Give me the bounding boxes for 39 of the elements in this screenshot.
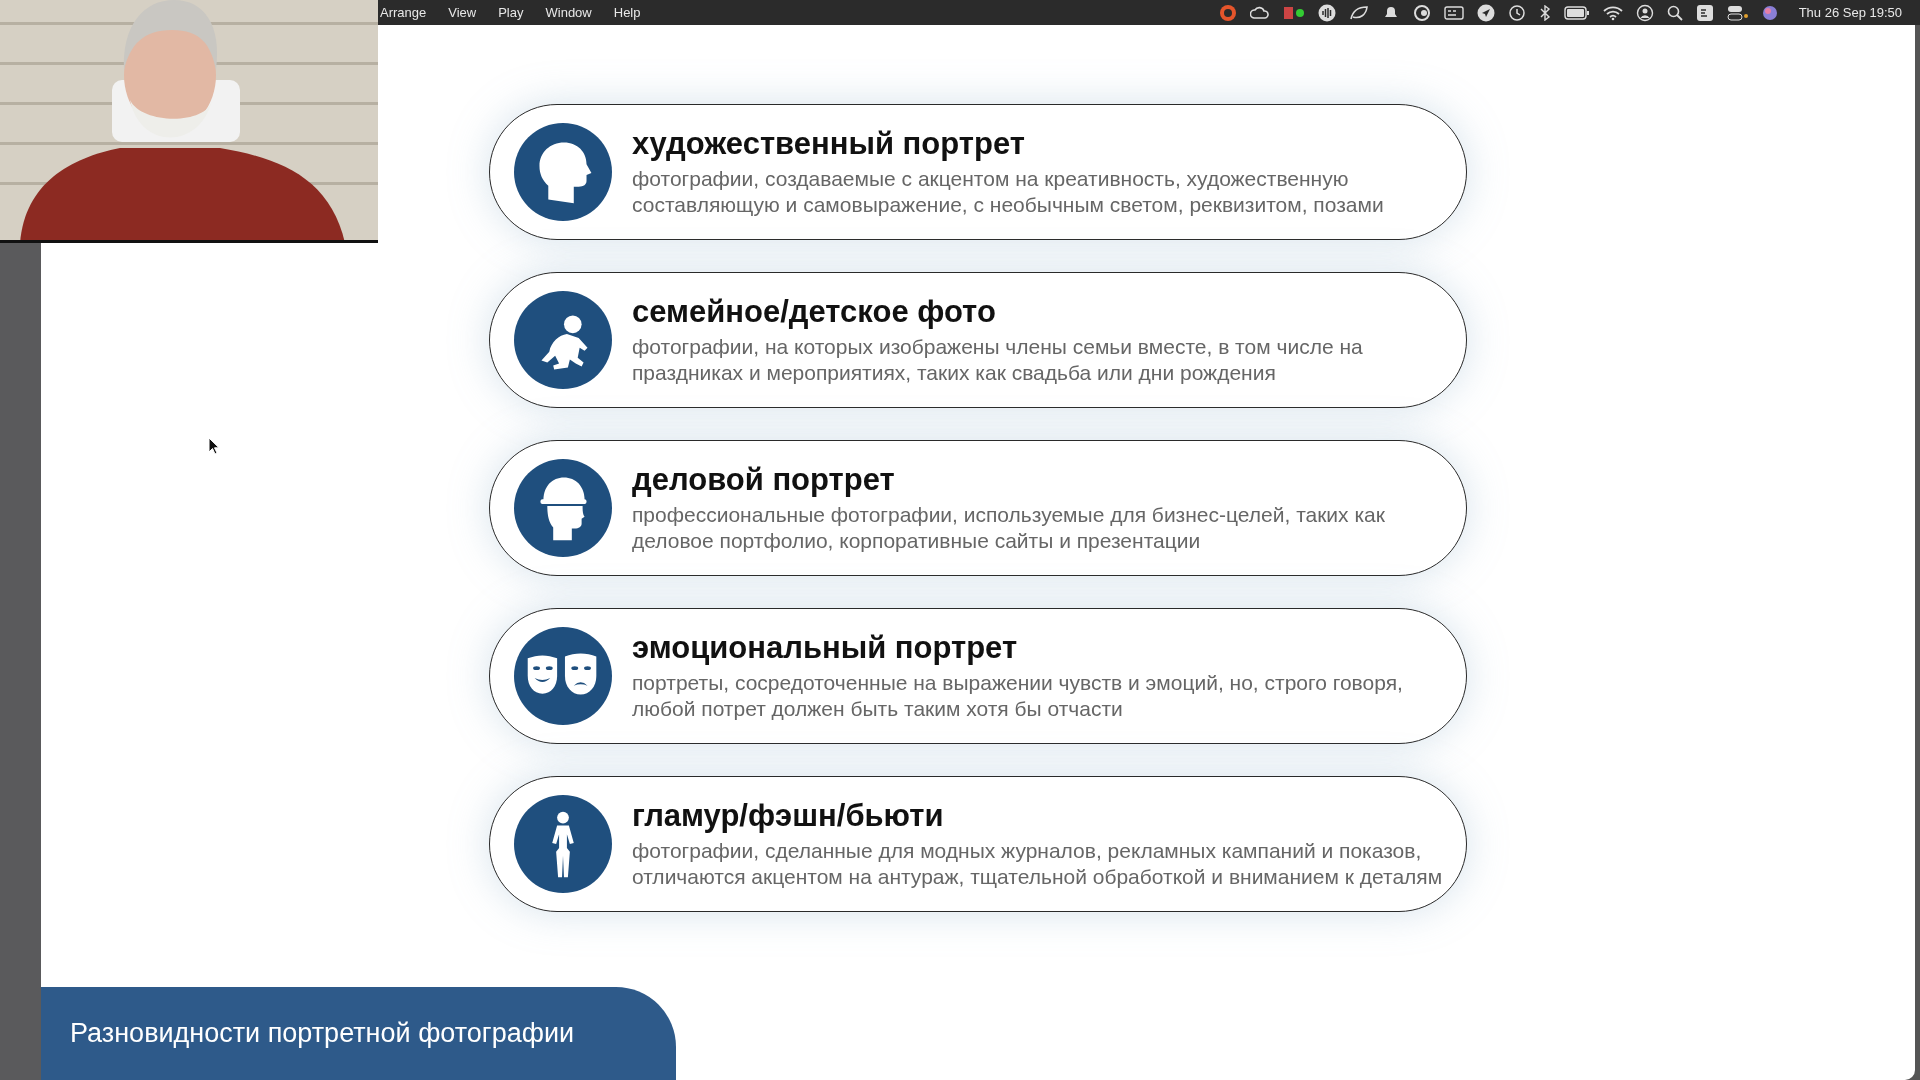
menu-item[interactable]: View	[448, 5, 477, 20]
keyboard-icon[interactable]	[1443, 4, 1464, 21]
square-icon[interactable]	[1695, 3, 1714, 22]
orb-icon[interactable]	[1761, 4, 1778, 21]
baby-icon	[514, 291, 612, 389]
battery-icon[interactable]	[1563, 5, 1590, 20]
search-icon[interactable]	[1666, 4, 1683, 21]
circle-icon[interactable]	[1412, 3, 1431, 22]
card-title: гламур/фэшн/бьюти	[632, 797, 945, 834]
wifi-icon[interactable]	[1602, 4, 1623, 21]
slide-title: Разновидности портретной фотографии	[70, 1018, 575, 1049]
menu-item[interactable]: Window	[545, 5, 592, 20]
navigation-icon[interactable]	[1476, 3, 1495, 22]
card-title: эмоциональный портрет	[632, 629, 1019, 666]
toggle-icon[interactable]	[1726, 4, 1749, 21]
card-description: портреты, сосредоточенные на выражении чувств и эмоций, но, строго говоря, любой потрет должен быть таким хотя бы отчасти	[632, 669, 1404, 722]
user-icon[interactable]	[1635, 3, 1654, 22]
leaf-icon[interactable]	[1348, 4, 1369, 21]
menu-item[interactable]: Help	[613, 5, 641, 20]
card-title: художественный портрет	[632, 125, 1026, 162]
card-description: профессиональные фотографии, используемые для бизнес-целей, таких как деловое портфолио, корпоративные сайты и презентации	[632, 501, 1386, 554]
card-title: деловой портрет	[632, 461, 896, 498]
helmet-head-icon	[514, 459, 612, 557]
masks-icon	[514, 627, 612, 725]
card-title: семейное/детское фото	[632, 293, 997, 330]
bluetooth-icon[interactable]	[1538, 4, 1551, 21]
menu-item[interactable]: Arrange	[380, 5, 427, 20]
head-icon	[514, 123, 612, 221]
card-description: фотографии, создаваемые с акцентом на креативность, художественную составляющую и самовыражение, с необычным светом, реквизитом, позами	[632, 165, 1385, 218]
menu-bar-clock: Thu 26 Sep 19:50	[1798, 5, 1902, 20]
cursor-icon	[208, 437, 220, 455]
card-description: фотографии, на которых изображены члены семьи вместе, в том числе на праздниках и мероприятиях, таких как свадьба или дни рождения	[632, 333, 1364, 386]
bars-icon[interactable]	[1282, 5, 1305, 20]
woman-figure-icon	[514, 795, 612, 893]
menu-item[interactable]: Play	[498, 5, 524, 20]
waveform-icon[interactable]	[1317, 3, 1336, 22]
card-description: фотографии, сделанные для модных журналов, рекламных кампаний и показов, отличаются акцентом на антураж, тщательной обработкой и вниманием к деталям	[632, 837, 1444, 890]
clock-icon[interactable]	[1507, 3, 1526, 22]
cloud-icon[interactable]	[1249, 4, 1270, 21]
